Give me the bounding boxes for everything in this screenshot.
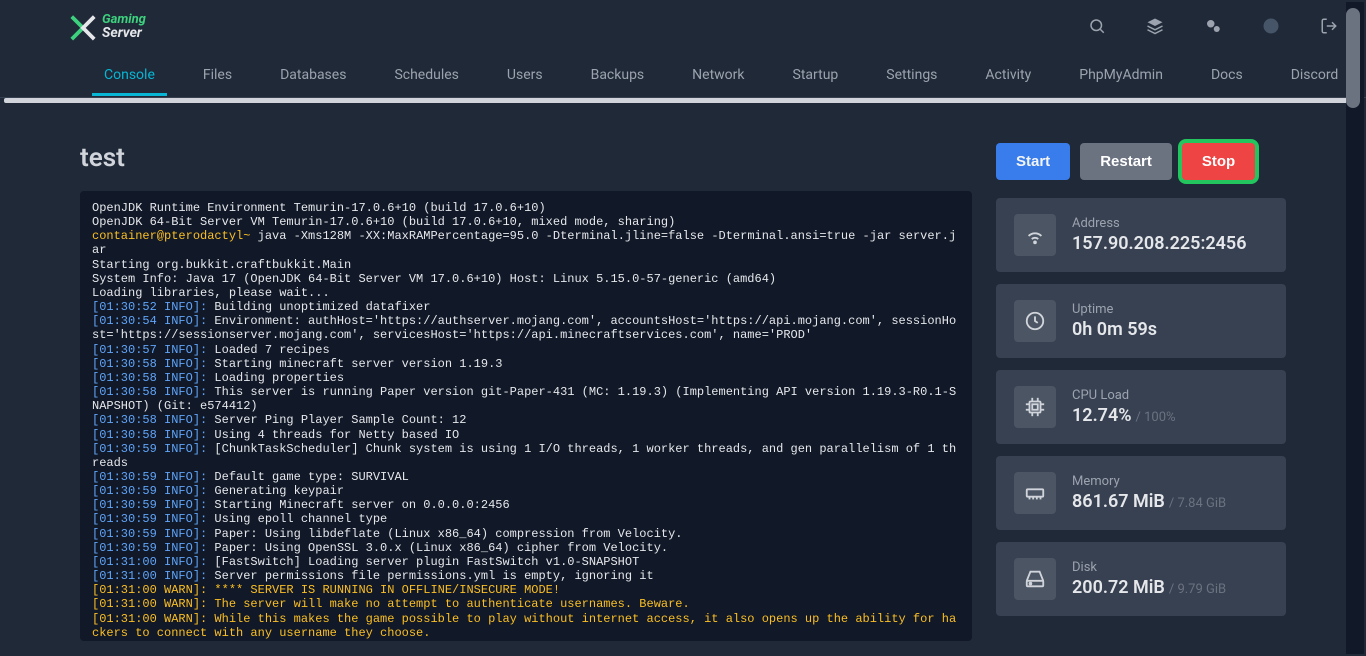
console-line: [01:30:58 INFO]: This server is running … [92,385,960,413]
console-line: [01:30:59 INFO]: Paper: Using OpenSSL 3.… [92,541,960,555]
topbar: Gaming Server [0,0,1366,52]
nav-settings[interactable]: Settings [862,55,961,95]
console-line: [01:31:00 WARN]: To change this, set "on… [92,640,960,641]
console-line: [01:30:58 INFO]: Starting minecraft serv… [92,357,960,371]
stat-value: 0h 0m 59s [1072,319,1157,340]
nav-users[interactable]: Users [483,55,567,95]
brand-top: Gaming [102,13,146,26]
console-output[interactable]: OpenJDK Runtime Environment Temurin-17.0… [80,191,972,641]
stat-value: 200.72 MiB/ 9.79 GiB [1072,577,1226,598]
stat-label: Memory [1072,474,1226,489]
stat-label: Uptime [1072,302,1157,317]
nav-schedules[interactable]: Schedules [370,55,482,95]
nav-phpmyadmin[interactable]: PhpMyAdmin [1055,55,1187,95]
console-line: [01:30:57 INFO]: Loaded 7 recipes [92,343,960,357]
nav-backups[interactable]: Backups [567,55,669,95]
console-line: [01:30:59 INFO]: [ChunkTaskScheduler] Ch… [92,442,960,470]
console-line: [01:31:00 INFO]: [FastSwitch] Loading se… [92,555,960,569]
disk-icon [1014,558,1056,600]
logo-mark-icon [68,11,98,41]
cpu-icon [1014,386,1056,428]
layers-icon[interactable] [1146,17,1164,35]
console-line: [01:30:58 INFO]: Loading properties [92,371,960,385]
console-line: container@pterodactyl~ java -Xms128M -XX… [92,229,960,257]
scrollbar-thumb[interactable] [1346,8,1360,108]
console-line: [01:31:00 WARN]: **** SERVER IS RUNNING … [92,583,960,597]
console-line: [01:30:59 INFO]: Default game type: SURV… [92,470,960,484]
console-line: [01:30:59 INFO]: Paper: Using libdeflate… [92,527,960,541]
nav-files[interactable]: Files [179,55,256,95]
stop-button[interactable]: Stop [1182,143,1255,180]
brand-bottom: Server [102,26,146,40]
stat-label: Address [1072,216,1247,231]
search-icon[interactable] [1088,17,1106,35]
restart-button[interactable]: Restart [1080,143,1172,180]
stat-cpu: CPU Load 12.74%/ 100% [996,370,1286,444]
console-line: [01:30:59 INFO]: Using epoll channel typ… [92,512,960,526]
console-line: [01:31:00 INFO]: Server permissions file… [92,569,960,583]
logout-icon[interactable] [1320,17,1338,35]
console-line: [01:30:52 INFO]: Building unoptimized da… [92,300,960,314]
stat-memory: Memory 861.67 MiB/ 7.84 GiB [996,456,1286,530]
nav-network[interactable]: Network [668,55,768,95]
nav-activity[interactable]: Activity [961,55,1055,95]
nav-startup[interactable]: Startup [769,55,863,95]
stat-value: 12.74%/ 100% [1072,405,1176,426]
brand-logo[interactable]: Gaming Server [68,11,146,41]
memory-icon [1014,472,1056,514]
stat-uptime: Uptime 0h 0m 59s [996,284,1286,358]
page-scrollbar[interactable] [1346,2,1364,654]
console-line: [01:30:58 INFO]: Server Ping Player Samp… [92,413,960,427]
stat-label: Disk [1072,560,1226,575]
stat-value: 861.67 MiB/ 7.84 GiB [1072,491,1226,512]
nav-docs[interactable]: Docs [1187,55,1267,95]
top-icons [1088,17,1338,35]
console-line: OpenJDK Runtime Environment Temurin-17.0… [92,201,960,215]
stat-address: Address 157.90.208.225:2456 [996,198,1286,272]
server-title: test [80,143,125,173]
avatar-icon[interactable] [1262,17,1280,35]
navbar: ConsoleFilesDatabasesSchedulesUsersBacku… [0,52,1366,98]
console-line: [01:31:00 WARN]: While this makes the ga… [92,612,960,640]
clock-icon [1014,300,1056,342]
stat-label: CPU Load [1072,388,1176,403]
nav-databases[interactable]: Databases [256,55,370,95]
console-line: [01:30:59 INFO]: Generating keypair [92,484,960,498]
settings-icon[interactable] [1204,17,1222,35]
nav-console[interactable]: Console [80,55,179,95]
console-line: [01:30:59 INFO]: Starting Minecraft serv… [92,498,960,512]
console-line: [01:30:58 INFO]: Using 4 threads for Net… [92,428,960,442]
console-line: [01:30:54 INFO]: Environment: authHost='… [92,314,960,342]
stat-disk: Disk 200.72 MiB/ 9.79 GiB [996,542,1286,616]
console-line: [01:31:00 WARN]: The server will make no… [92,597,960,611]
console-line: OpenJDK 64-Bit Server VM Temurin-17.0.6+… [92,215,960,229]
start-button[interactable]: Start [996,143,1070,180]
wifi-icon [1014,214,1056,256]
console-line: System Info: Java 17 (OpenJDK 64-Bit Ser… [92,272,960,286]
console-line: Starting org.bukkit.craftbukkit.Main [92,258,960,272]
console-line: Loading libraries, please wait... [92,286,960,300]
stat-value: 157.90.208.225:2456 [1072,233,1247,254]
